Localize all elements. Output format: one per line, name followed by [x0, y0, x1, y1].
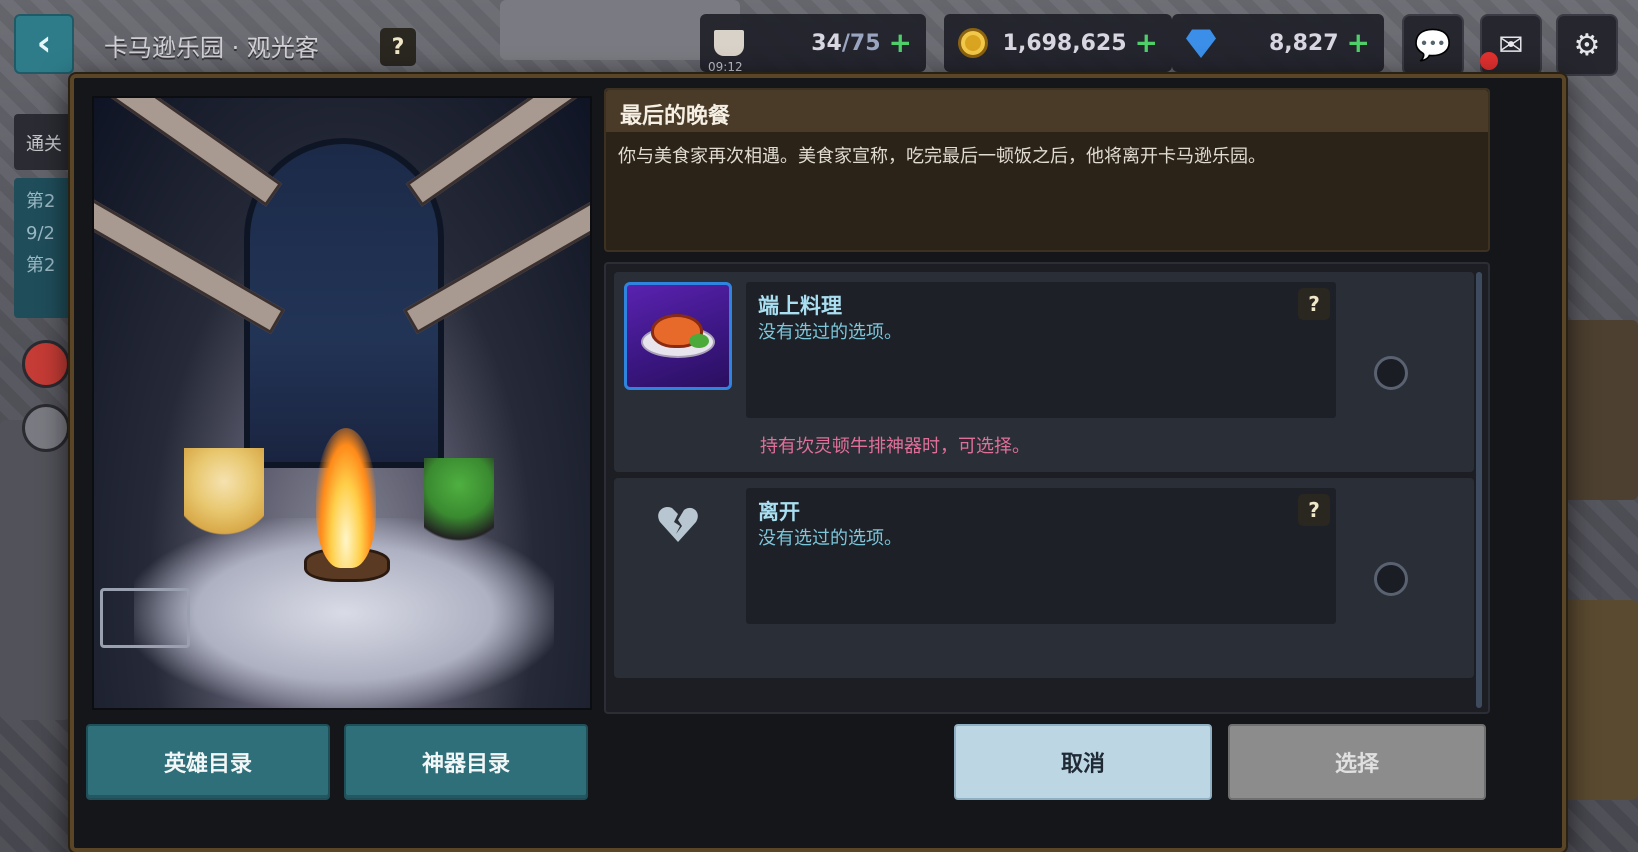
side-tab-line: 9/2 — [26, 223, 55, 244]
campfire-icon — [316, 428, 376, 568]
world-structure — [1560, 320, 1638, 500]
option-radio[interactable] — [1374, 562, 1408, 596]
option-name: 端上料理 — [758, 294, 842, 318]
hero-list-button[interactable]: 英雄目录 — [86, 724, 330, 800]
option-help-button[interactable]: ? — [1298, 494, 1330, 526]
option-leave[interactable]: 离开 没有选过的选项。 ? — [614, 478, 1474, 678]
coffee-cup-icon — [712, 26, 746, 60]
add-gems-icon[interactable]: + — [1347, 29, 1370, 57]
shopping-cart — [100, 588, 190, 648]
event-description: 你与美食家再次相遇。美食家宣称，吃完最后一顿饭之后，他将离开卡马逊乐园。 — [618, 146, 1266, 167]
option-info-box: 端上料理 没有选过的选项。 ? — [746, 282, 1336, 418]
notification-dot — [1480, 52, 1498, 70]
artifact-list-button[interactable]: 神器目录 — [344, 724, 588, 800]
settings-button[interactable]: ⚙ — [1556, 14, 1618, 76]
gold-value: 1,698,625 — [1002, 30, 1127, 56]
option-help-button[interactable]: ? — [1298, 288, 1330, 320]
chat-button[interactable]: 💬 — [1402, 14, 1464, 76]
chevron-left-icon: ‹ — [36, 23, 52, 64]
side-tab-stage[interactable]: 第2 9/2 第2 — [14, 178, 74, 318]
side-gray-icon[interactable] — [22, 404, 70, 452]
option-status: 没有选过的选项。 — [758, 322, 902, 343]
broken-heart-icon — [654, 500, 702, 548]
gem-counter[interactable]: 8,827 + — [1172, 14, 1384, 72]
side-tab-line: 第2 — [26, 191, 56, 212]
side-tab-clear[interactable]: 通关 — [14, 114, 74, 170]
stamina-current: 34 — [811, 30, 842, 56]
option-serve-dish[interactable]: 端上料理 没有选过的选项。 ? 持有坎灵顿牛排神器时，可选择。 — [614, 272, 1474, 472]
side-tab-line: 第2 — [26, 255, 56, 276]
gear-icon: ⚙ — [1573, 27, 1601, 63]
scrollbar-thumb[interactable] — [1476, 272, 1482, 708]
event-title: 最后的晚餐 — [606, 90, 1488, 132]
hero-character — [184, 448, 264, 544]
gem-value: 8,827 — [1268, 30, 1339, 56]
diamond-icon — [1184, 26, 1218, 60]
side-red-icon[interactable] — [22, 340, 70, 388]
option-name: 离开 — [758, 500, 800, 524]
steak-dish-icon — [624, 282, 732, 390]
gourmet-goblin-character — [424, 458, 494, 548]
option-status: 没有选过的选项。 — [758, 528, 902, 549]
option-requirement: 持有坎灵顿牛排神器时，可选择。 — [760, 436, 1030, 457]
option-radio[interactable] — [1374, 356, 1408, 390]
options-list: 端上料理 没有选过的选项。 ? 持有坎灵顿牛排神器时，可选择。 离开 没有选过的… — [604, 262, 1490, 714]
event-dialog: 最后的晚餐 你与美食家再次相遇。美食家宣称，吃完最后一顿饭之后，他将离开卡马逊乐… — [70, 74, 1566, 852]
gold-coin-icon — [956, 26, 990, 60]
location-help-button[interactable]: ? — [380, 28, 416, 66]
option-info-box: 离开 没有选过的选项。 ? — [746, 488, 1336, 624]
select-button[interactable]: 选择 — [1228, 724, 1486, 800]
event-description-panel: 最后的晚餐 你与美食家再次相遇。美食家宣称，吃完最后一顿饭之后，他将离开卡马逊乐… — [604, 88, 1490, 252]
cancel-button[interactable]: 取消 — [954, 724, 1212, 800]
gold-counter[interactable]: 1,698,625 + — [944, 14, 1172, 72]
stamina-max: /75 — [841, 30, 881, 56]
stamina-timer: 09:12 — [708, 60, 743, 74]
add-gold-icon[interactable]: + — [1135, 29, 1158, 57]
event-scene-image — [92, 96, 592, 710]
add-stamina-icon[interactable]: + — [889, 29, 912, 57]
envelope-icon: ✉ — [1498, 27, 1524, 63]
back-button[interactable]: ‹ — [14, 14, 74, 74]
world-structure — [0, 420, 70, 720]
world-structure — [1560, 600, 1638, 800]
location-title: 卡马逊乐园 · 观光客 — [104, 34, 319, 62]
chat-bubble-icon: 💬 — [1414, 27, 1452, 63]
top-hud: ‹ 卡马逊乐园 · 观光客 ? 34/75 + 09:12 1,698,625 … — [0, 0, 1638, 80]
